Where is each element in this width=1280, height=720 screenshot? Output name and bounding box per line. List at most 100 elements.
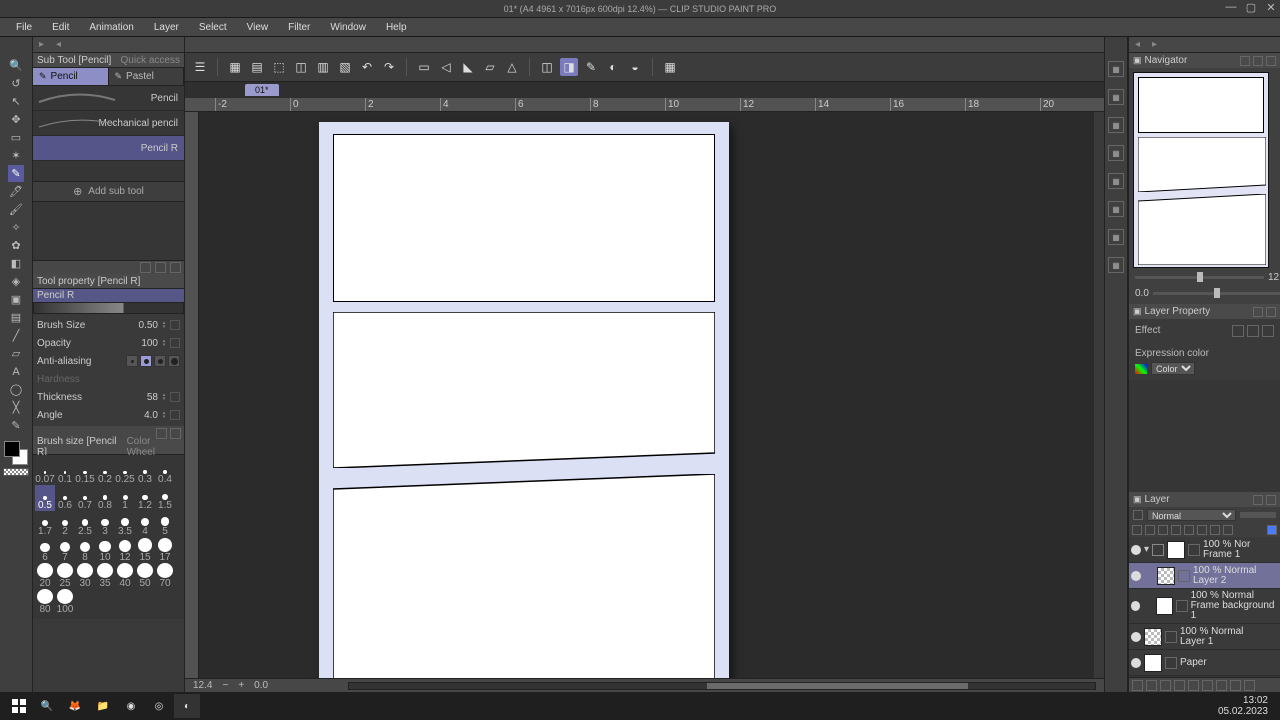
app-icon-1[interactable]: ◉ [118, 694, 144, 718]
cmd-snap-active[interactable]: ◨ [560, 58, 578, 76]
layer-row[interactable]: 100 % NormalLayer 2 [1129, 563, 1280, 589]
cmd-sel3-icon[interactable]: ▥ [314, 58, 332, 76]
blend-tool[interactable]: ◈ [8, 273, 24, 290]
zoom-in-icon[interactable]: + [238, 680, 244, 691]
visibility-icon[interactable] [1131, 601, 1140, 611]
airbrush-tool[interactable]: ✧ [8, 219, 24, 236]
close-icon[interactable]: ✕ [1264, 0, 1278, 14]
menu-view[interactable]: View [237, 20, 279, 35]
brush-size-0.25[interactable]: 0.25 [115, 459, 135, 485]
operation-tool[interactable]: ↖ [8, 93, 24, 110]
layer-mask-icon[interactable] [1178, 570, 1190, 582]
brush-size-0.6[interactable]: 0.6 [55, 485, 75, 511]
cmd-select-icon[interactable]: ⬚ [270, 58, 288, 76]
gradient-tool[interactable]: ▤ [8, 309, 24, 326]
brush-size-0.5[interactable]: 0.5 [35, 485, 55, 511]
layer-row[interactable]: 100 % NormalFrame background 1 [1129, 589, 1280, 624]
antialias-options[interactable] [126, 355, 180, 367]
brush-size-12[interactable]: 12 [115, 537, 135, 563]
cmd-sel-e[interactable]: △ [503, 58, 521, 76]
eyedropper-tool[interactable]: ✎ [8, 417, 24, 434]
brush-size-0.07[interactable]: 0.07 [35, 459, 55, 485]
magnify-tool[interactable]: 🔍 [8, 57, 24, 74]
cmd-sel-d[interactable]: ▱ [481, 58, 499, 76]
minimize-icon[interactable]: — [1224, 0, 1238, 14]
visibility-icon[interactable] [1131, 632, 1141, 642]
brush-size-spinner[interactable]: ▴▾ [160, 319, 168, 331]
csp-taskbar-icon[interactable]: ◐ [174, 694, 200, 718]
effect-tone-icon[interactable] [1247, 325, 1259, 337]
pencil-tool[interactable]: ✎ [8, 165, 24, 182]
menu-animation[interactable]: Animation [79, 20, 143, 35]
taskbar-clock[interactable]: 13:02 05.02.2023 [1212, 695, 1274, 717]
rc-icon-4[interactable]: ▦ [1108, 145, 1124, 161]
layer-row[interactable]: ▾100 % NorFrame 1 [1129, 537, 1280, 563]
cmd-clear-icon[interactable]: ▦ [226, 58, 244, 76]
add-subtool-row[interactable]: ⊕ Add sub tool [33, 182, 184, 202]
brush-size-3.5[interactable]: 3.5 [115, 511, 135, 537]
brush-size-100[interactable]: 100 [55, 589, 75, 615]
frame-tool[interactable]: ▱ [8, 345, 24, 362]
rc-icon-2[interactable]: ▦ [1108, 89, 1124, 105]
zoom-out-icon[interactable]: − [222, 680, 228, 691]
toolprop-pane-header[interactable]: Tool property [Pencil R] [33, 274, 184, 289]
layer-row[interactable]: 100 % NormalLayer 1 [1129, 624, 1280, 650]
menu-file[interactable]: File [6, 20, 42, 35]
maximize-icon[interactable]: ▢ [1244, 0, 1258, 14]
navigator-header[interactable]: ▣ Navigator [1129, 53, 1280, 68]
brush-size-6[interactable]: 6 [35, 537, 55, 563]
brush-size-1.5[interactable]: 1.5 [155, 485, 175, 511]
layer-thumbnail[interactable] [1156, 597, 1173, 615]
lf-thumb-icon[interactable] [1132, 680, 1143, 691]
brush-size-dyn-icon[interactable] [170, 320, 180, 330]
menu-help[interactable]: Help [376, 20, 417, 35]
layer-name[interactable]: Frame background 1 [1191, 601, 1278, 621]
effect-layercolor-icon[interactable] [1262, 325, 1274, 337]
cmd-sel-c[interactable]: ◣ [459, 58, 477, 76]
firefox-icon[interactable]: 🦊 [62, 694, 88, 718]
angle-row[interactable]: Angle 4.0 ▴▾ [37, 406, 180, 424]
cmd-sel4-icon[interactable]: ▧ [336, 58, 354, 76]
subtool-item-pencil-r[interactable]: Pencil R [33, 136, 184, 161]
layer-name[interactable]: Paper [1180, 658, 1207, 668]
layerprop-header[interactable]: ▣ Layer Property [1129, 304, 1280, 319]
cmd-sel2-icon[interactable]: ◫ [292, 58, 310, 76]
cmd-clip-icon[interactable]: ▤ [248, 58, 266, 76]
rc-icon-1[interactable]: ▦ [1108, 61, 1124, 77]
move-tool[interactable]: ↺ [8, 75, 24, 92]
brush-size-7[interactable]: 7 [55, 537, 75, 563]
cmd-snap-1[interactable]: ◫ [538, 58, 556, 76]
navigator-rot-slider[interactable] [1153, 292, 1280, 295]
effect-border-icon[interactable] [1232, 325, 1244, 337]
brush-size-20[interactable]: 20 [35, 563, 55, 589]
layer-mask-icon[interactable] [1165, 657, 1177, 669]
layer-blend-select[interactable]: Normal [1147, 509, 1236, 521]
fg-color-swatch[interactable] [4, 441, 20, 457]
pen-tool[interactable]: 🖊 [8, 183, 24, 200]
color-swatch[interactable] [4, 441, 28, 465]
rot-status[interactable]: 0.0 [254, 680, 268, 691]
brush-size-0.8[interactable]: 0.8 [95, 485, 115, 511]
brush-size-1.7[interactable]: 1.7 [35, 511, 55, 537]
cmd-sel-a[interactable]: ▭ [415, 58, 433, 76]
layer-thumbnail[interactable] [1167, 541, 1185, 559]
brush-size-0.15[interactable]: 0.15 [75, 459, 95, 485]
h-scroll-thumb[interactable] [707, 683, 968, 689]
cmd-snap-4[interactable]: ◐ [604, 58, 622, 76]
layer-mask-icon[interactable] [1165, 631, 1177, 643]
rc-icon-7[interactable]: ▦ [1108, 229, 1124, 245]
collapsed-pane-strip[interactable]: ▸◂ [33, 37, 184, 53]
brush-tool[interactable]: 🖌 [8, 201, 24, 218]
opacity-dyn-icon[interactable] [170, 338, 180, 348]
brush-size-2.5[interactable]: 2.5 [75, 511, 95, 537]
balloon-tool[interactable]: ◯ [8, 381, 24, 398]
brush-size-2[interactable]: 2 [55, 511, 75, 537]
brush-size-0.2[interactable]: 0.2 [95, 459, 115, 485]
navigator-zoom-slider[interactable] [1135, 276, 1264, 279]
menu-edit[interactable]: Edit [42, 20, 79, 35]
horizontal-scrollbar[interactable] [348, 682, 1096, 690]
brush-size-0.7[interactable]: 0.7 [75, 485, 95, 511]
brush-size-70[interactable]: 70 [155, 563, 175, 589]
brush-size-3[interactable]: 3 [95, 511, 115, 537]
brush-size-50[interactable]: 50 [135, 563, 155, 589]
